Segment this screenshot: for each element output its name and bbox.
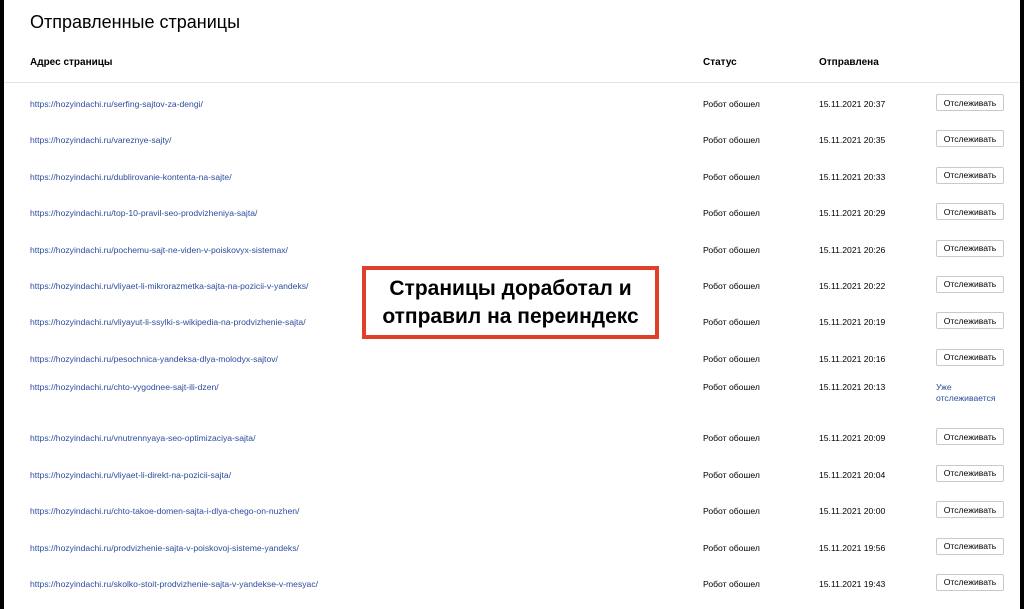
- track-button[interactable]: Отслеживать: [936, 275, 1004, 293]
- table-row: https://hozyindachi.ru/serfing-sajtov-za…: [4, 85, 1020, 121]
- sent-date: 15.11.2021 20:29: [819, 208, 886, 219]
- sent-date: 15.11.2021 20:37: [819, 99, 886, 109]
- callout-line-2: отправил на переиндекс: [382, 304, 639, 328]
- status-text: Робот обошел: [703, 542, 760, 553]
- status-text: Робот обошел: [703, 99, 760, 109]
- table-row: https://hozyindachi.ru/chto-vygodnee-saj…: [4, 376, 1020, 419]
- status-text: Робот обошел: [703, 353, 760, 364]
- table-row: https://hozyindachi.ru/vliyaet-li-direkt…: [4, 456, 1020, 492]
- sent-date: 15.11.2021 20:16: [819, 353, 886, 364]
- table-row: https://hozyindachi.ru/pesochnica-yandek…: [4, 340, 1020, 376]
- sent-date: 15.11.2021 20:22: [819, 280, 886, 291]
- status-text: Робот обошел: [703, 382, 760, 393]
- sent-date: 15.11.2021 20:33: [819, 171, 886, 182]
- column-header-status: Статус: [703, 57, 737, 68]
- track-button[interactable]: Отслеживать: [936, 203, 1004, 221]
- status-text: Робот обошел: [703, 469, 760, 480]
- table-row: https://hozyindachi.ru/top-10-pravil-seo…: [4, 194, 1020, 230]
- already-tracked-line1: Уже: [936, 382, 952, 393]
- table-row: https://hozyindachi.ru/dublirovanie-kont…: [4, 158, 1020, 194]
- annotation-callout: Страницы доработал и отправил на переинд…: [362, 266, 659, 339]
- sent-pages-table: https://hozyindachi.ru/serfing-sajtov-za…: [4, 85, 1020, 601]
- page-url-link[interactable]: https://hozyindachi.ru/vareznye-sajty/: [30, 135, 171, 145]
- track-button[interactable]: Отслеживать: [936, 537, 1004, 555]
- sent-pages-panel: Отправленные страницы Адрес страницы Ста…: [4, 0, 1020, 609]
- sent-date: 15.11.2021 19:43: [819, 578, 886, 589]
- status-text: Робот обошел: [703, 135, 760, 146]
- page-url-link[interactable]: https://hozyindachi.ru/dublirovanie-kont…: [30, 172, 232, 182]
- status-text: Робот обошел: [703, 317, 760, 328]
- already-tracked-link[interactable]: Уже отслеживается: [936, 382, 1006, 403]
- track-button[interactable]: Отслеживать: [936, 312, 1004, 330]
- table-row: https://hozyindachi.ru/vnutrennyaya-seo-…: [4, 419, 1020, 455]
- page-url-link[interactable]: https://hozyindachi.ru/prodvizhenie-sajt…: [30, 543, 299, 553]
- sent-date: 15.11.2021 20:19: [819, 317, 886, 328]
- status-text: Робот обошел: [703, 171, 760, 182]
- sent-date: 15.11.2021 20:13: [819, 382, 886, 393]
- page-url-link[interactable]: https://hozyindachi.ru/vnutrennyaya-seo-…: [30, 433, 255, 443]
- track-button[interactable]: Отслеживать: [936, 348, 1004, 366]
- status-text: Робот обошел: [703, 506, 760, 517]
- status-text: Робот обошел: [703, 433, 760, 444]
- table-row: https://hozyindachi.ru/skolko-stoit-prod…: [4, 565, 1020, 601]
- table-row: https://hozyindachi.ru/chto-takoe-domen-…: [4, 492, 1020, 528]
- table-row: https://hozyindachi.ru/pochemu-sajt-ne-v…: [4, 231, 1020, 267]
- page-url-link[interactable]: https://hozyindachi.ru/serfing-sajtov-za…: [30, 99, 203, 109]
- page-url-link[interactable]: https://hozyindachi.ru/skolko-stoit-prod…: [30, 579, 318, 589]
- track-button[interactable]: Отслеживать: [936, 94, 1004, 111]
- header-divider: [4, 82, 1020, 83]
- sent-date: 15.11.2021 20:09: [819, 433, 886, 444]
- page-url-link[interactable]: https://hozyindachi.ru/pochemu-sajt-ne-v…: [30, 245, 288, 255]
- column-header-url: Адрес страницы: [30, 57, 113, 68]
- sent-date: 15.11.2021 20:04: [819, 469, 886, 480]
- page-title: Отправленные страницы: [30, 12, 241, 32]
- table-row: https://hozyindachi.ru/prodvizhenie-sajt…: [4, 529, 1020, 565]
- track-button[interactable]: Отслеживать: [936, 130, 1004, 148]
- page-url-link[interactable]: https://hozyindachi.ru/vliyaet-li-direkt…: [30, 470, 231, 480]
- status-text: Робот обошел: [703, 578, 760, 589]
- sent-date: 15.11.2021 20:00: [819, 506, 886, 517]
- status-text: Робот обошел: [703, 280, 760, 291]
- page-url-link[interactable]: https://hozyindachi.ru/vliyaet-li-mikror…: [30, 281, 308, 291]
- track-button[interactable]: Отслеживать: [936, 573, 1004, 591]
- status-text: Робот обошел: [703, 208, 760, 219]
- page-url-link[interactable]: https://hozyindachi.ru/vliyayut-li-ssylk…: [30, 317, 306, 327]
- track-button[interactable]: Отслеживать: [936, 239, 1004, 257]
- table-row: https://hozyindachi.ru/vareznye-sajty/ Р…: [4, 121, 1020, 157]
- callout-line-1: Страницы доработал и: [389, 276, 632, 300]
- page-url-link[interactable]: https://hozyindachi.ru/chto-takoe-domen-…: [30, 506, 299, 516]
- page-url-link[interactable]: https://hozyindachi.ru/top-10-pravil-seo…: [30, 208, 257, 218]
- sent-date: 15.11.2021 20:26: [819, 244, 886, 255]
- sent-date: 15.11.2021 19:56: [819, 542, 886, 553]
- page-url-link[interactable]: https://hozyindachi.ru/pesochnica-yandek…: [30, 354, 278, 364]
- track-button[interactable]: Отслеживать: [936, 464, 1004, 482]
- track-button[interactable]: Отслеживать: [936, 501, 1004, 519]
- column-header-sent: Отправлена: [819, 57, 879, 68]
- sent-date: 15.11.2021 20:35: [819, 135, 886, 146]
- status-text: Робот обошел: [703, 244, 760, 255]
- track-button[interactable]: Отслеживать: [936, 428, 1004, 446]
- already-tracked-line2: отслеживается: [936, 392, 996, 403]
- page-url-link[interactable]: https://hozyindachi.ru/chto-vygodnee-saj…: [30, 382, 219, 392]
- track-button[interactable]: Отслеживать: [936, 166, 1004, 184]
